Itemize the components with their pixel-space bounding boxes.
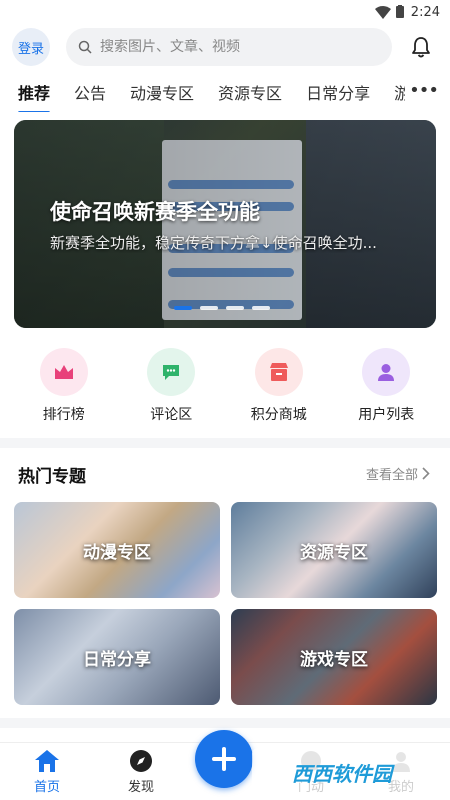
hot-topics-title: 热门专题 — [18, 467, 86, 487]
store-icon — [254, 348, 303, 396]
quick-entry-label: 积分商城 — [250, 407, 307, 423]
tab-resources[interactable]: 资源专区 — [218, 80, 282, 104]
carousel-dot[interactable] — [174, 306, 192, 310]
home-icon — [35, 750, 59, 772]
quick-entry-label: 排行榜 — [42, 407, 85, 423]
nav-discover-label: 发现 — [127, 780, 154, 795]
topic-label: 动漫专区 — [83, 542, 151, 563]
section-divider — [0, 718, 450, 728]
carousel-dot[interactable] — [252, 306, 270, 310]
tab-daily-share[interactable]: 日常分享 — [306, 80, 370, 104]
banner-title: 使命召唤新赛季全功能 — [50, 200, 260, 224]
chevron-right-icon — [422, 467, 430, 480]
watermark-text: 西西软件园 — [292, 761, 392, 786]
battery-icon — [395, 5, 404, 18]
wifi-icon — [374, 5, 391, 19]
quick-entry-users[interactable]: 用户列表 — [341, 348, 431, 428]
topic-label: 游戏专区 — [300, 649, 368, 670]
topic-card-resources[interactable]: 资源专区 — [231, 502, 437, 598]
carousel-dot[interactable] — [200, 306, 218, 310]
clock: 2:24 — [410, 4, 440, 20]
topic-card-games[interactable]: 游戏专区 — [231, 609, 437, 705]
comment-icon — [147, 348, 196, 396]
banner-subtitle: 新赛季全功能，稳定传奇下方拿↓使命召唤全功... — [50, 234, 377, 252]
search-bar[interactable] — [66, 28, 392, 66]
category-tabs: 推荐 公告 动漫专区 资源专区 日常分享 游 — [0, 72, 450, 112]
topic-label: 资源专区 — [300, 542, 368, 563]
section-divider — [0, 438, 450, 448]
nav-home[interactable]: 首页 — [12, 749, 82, 795]
nav-home-label: 首页 — [33, 780, 60, 795]
compass-icon — [130, 750, 152, 772]
topic-label: 日常分享 — [83, 649, 151, 670]
quick-entries: 排行榜 评论区 积分商城 用户列表 — [0, 348, 450, 428]
bell-icon[interactable] — [408, 34, 434, 60]
quick-entry-label: 评论区 — [150, 407, 193, 423]
user-icon — [362, 348, 411, 396]
see-all-link[interactable]: 查看全部 — [366, 464, 430, 483]
quick-entry-ranking[interactable]: 排行榜 — [19, 348, 109, 428]
more-icon[interactable]: ••• — [405, 80, 439, 101]
tab-recommend[interactable]: 推荐 — [18, 80, 51, 112]
login-button[interactable]: 登录 — [12, 28, 50, 66]
status-bar: 2:24 — [0, 0, 450, 24]
search-icon — [78, 40, 92, 54]
carousel-indicator — [174, 306, 270, 310]
publish-button[interactable] — [195, 730, 253, 788]
banner-carousel[interactable]: 使命召唤新赛季全功能 新赛季全功能，稳定传奇下方拿↓使命召唤全功... — [14, 120, 436, 328]
quick-entry-store[interactable]: 积分商城 — [234, 348, 324, 428]
topic-card-daily-share[interactable]: 日常分享 — [14, 609, 220, 705]
tab-anime[interactable]: 动漫专区 — [130, 80, 194, 104]
quick-entry-label: 用户列表 — [358, 407, 415, 423]
see-all-label: 查看全部 — [365, 468, 418, 483]
tab-announcement[interactable]: 公告 — [74, 80, 106, 104]
nav-discover[interactable]: 发现 — [106, 749, 176, 795]
watermark-logo: 西西软件园 — [252, 748, 432, 796]
search-input[interactable] — [100, 39, 370, 55]
crown-icon — [39, 348, 88, 396]
status-icons — [374, 5, 405, 19]
carousel-dot[interactable] — [226, 306, 244, 310]
topic-card-anime[interactable]: 动漫专区 — [14, 502, 220, 598]
quick-entry-comments[interactable]: 评论区 — [126, 348, 216, 428]
header: 登录 — [0, 24, 450, 68]
plus-icon — [212, 747, 236, 771]
